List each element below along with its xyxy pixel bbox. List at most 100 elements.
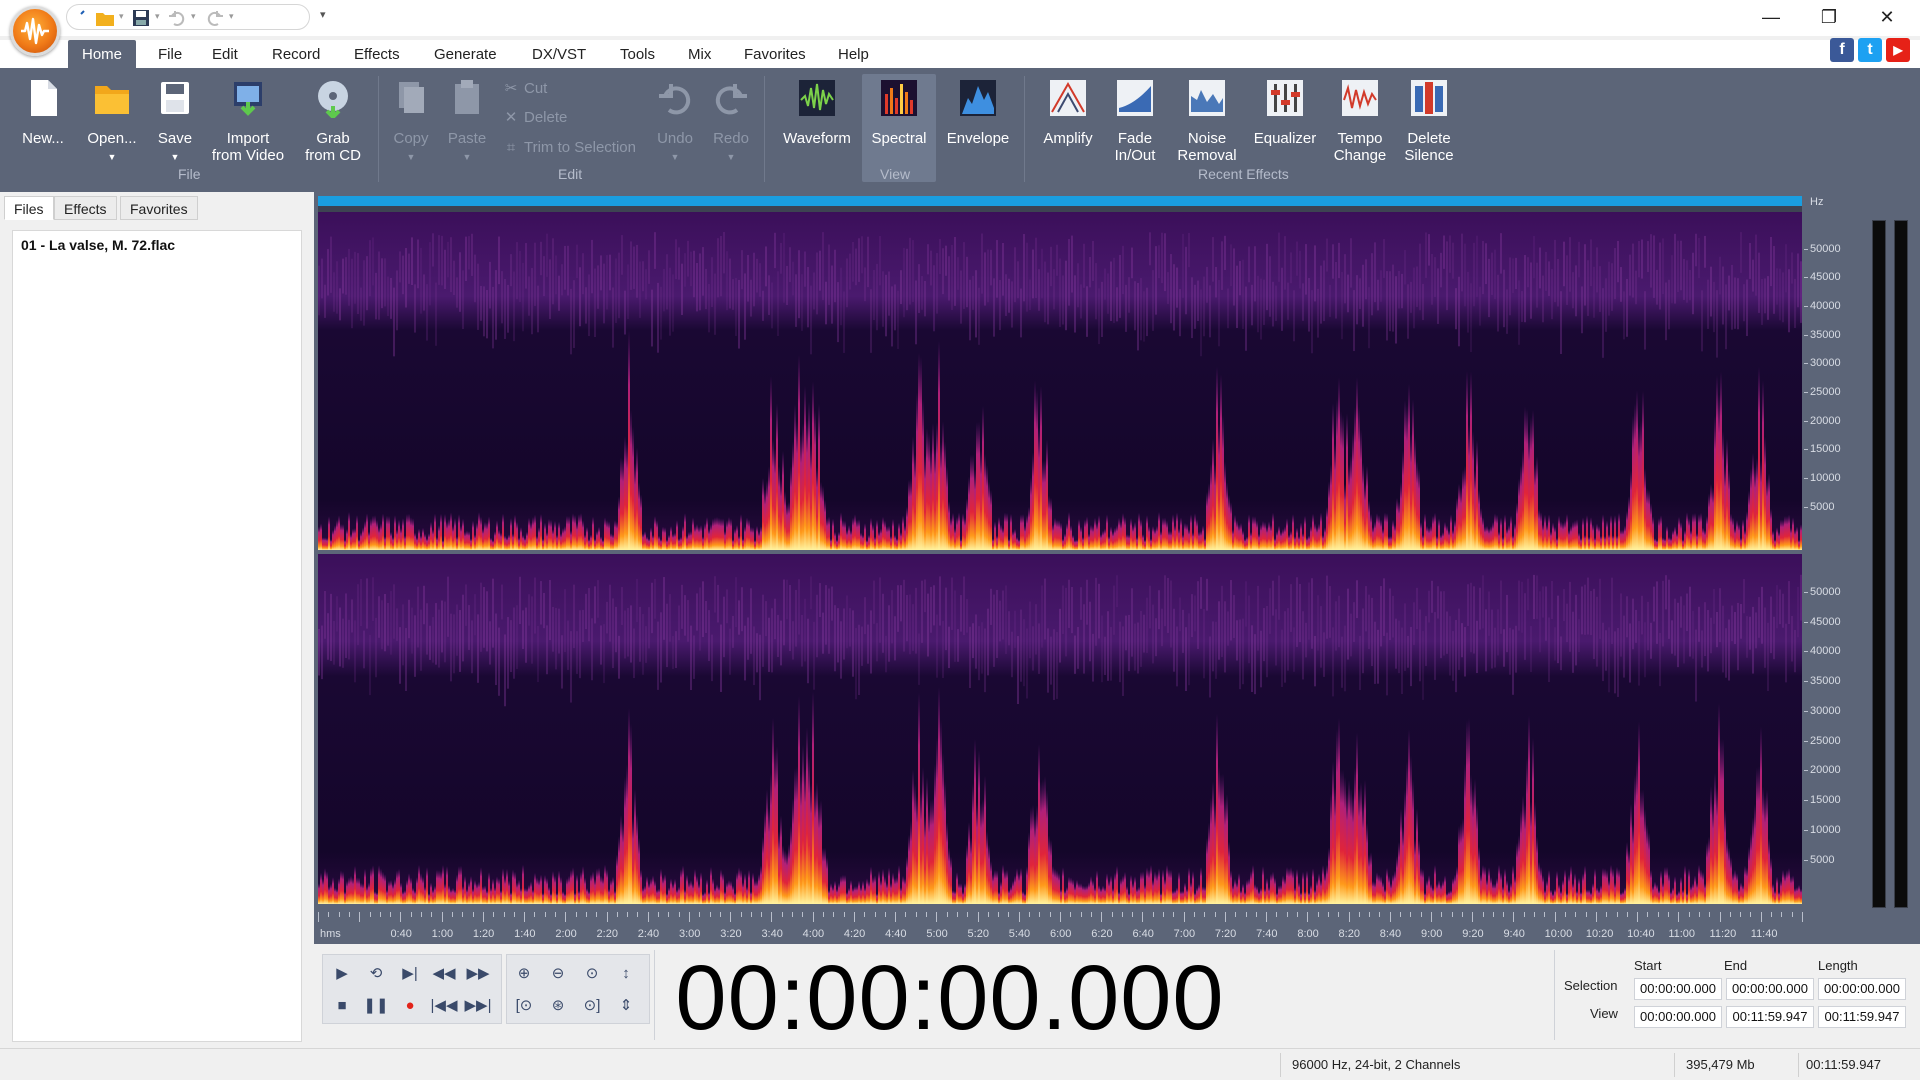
time-tick-mark [792,912,794,917]
zoom-in-button[interactable]: ⊕ [509,959,539,989]
menu-mix[interactable]: Mix [674,40,725,68]
app-logo-icon[interactable] [10,6,60,56]
tab-favorites[interactable]: Favorites [120,196,198,220]
redo-button[interactable]: Redo ▼ [706,74,756,182]
undo-dropdown-icon[interactable]: ▾ [191,11,196,22]
menu-bar: Home File Edit Record Effects Generate D… [0,40,1920,68]
envelope-label: Envelope [946,130,1010,147]
close-button[interactable]: ✕ [1858,0,1916,34]
twitter-icon[interactable]: t [1858,38,1882,62]
play-button[interactable]: ▶ [327,959,357,989]
play-to-end-button[interactable]: ▶| [395,959,425,989]
go-to-end-icon: ▶▶| [464,997,492,1014]
fade-in-out-button[interactable]: Fade In/Out [1106,74,1164,182]
time-tick-mark [750,912,752,917]
go-to-end-button[interactable]: ▶▶| [463,991,493,1021]
selection-length-field[interactable]: 00:00:00.000 [1818,978,1906,1000]
open-button[interactable]: Open... ▼ [80,74,144,182]
zoom-full-button[interactable]: ⊙ [577,959,607,989]
grab-from-cd-button[interactable]: Grab from CD [296,74,370,182]
amplify-button[interactable]: Amplify [1034,74,1102,182]
stop-button[interactable]: ■ [327,991,357,1021]
view-end-field[interactable]: 00:11:59.947 [1726,1006,1814,1028]
menu-generate[interactable]: Generate [420,40,511,68]
view-start-field[interactable]: 00:00:00.000 [1634,1006,1722,1028]
pause-icon: ❚❚ [363,997,389,1014]
undo-dropdown-icon[interactable]: ▼ [650,149,700,166]
redo-icon[interactable] [205,8,225,28]
redo-dropdown-icon[interactable]: ▾ [229,11,234,22]
trim-to-selection-button[interactable]: ⌗ Trim to Selection [502,137,636,159]
zoom-selection-button[interactable]: ⊛ [543,991,573,1021]
youtube-icon[interactable]: ▶ [1886,38,1910,62]
open-dropdown-icon[interactable]: ▾ [119,11,124,22]
zoom-out-button[interactable]: ⊖ [543,959,573,989]
time-tick-mark [946,912,948,917]
menu-record[interactable]: Record [258,40,334,68]
undo-button[interactable]: Undo ▼ [650,74,700,182]
spectrogram-right-channel[interactable] [318,554,1802,904]
playback-controls: ▶ ⟲ ▶| ◀◀ ▶▶ ■ ❚❚ ● |◀◀ ▶▶| [322,954,502,1024]
selection-start-field[interactable]: 00:00:00.000 [1634,978,1722,1000]
delete-silence-button[interactable]: Delete Silence [1398,74,1460,182]
menu-dxvst[interactable]: DX/VST [518,40,600,68]
time-tick-mark [1307,912,1309,922]
menu-effects[interactable]: Effects [340,40,414,68]
cut-button[interactable]: ✂ Cut [502,78,548,100]
envelope-icon [960,80,996,116]
save-dropdown-icon[interactable]: ▾ [155,11,160,22]
import-from-video-button[interactable]: Import from Video [206,74,290,182]
zoom-to-start-button[interactable]: [⊙ [509,991,539,1021]
hz-tick-mark [1804,392,1808,394]
record-button[interactable]: ● [395,991,425,1021]
new-button[interactable]: New... [12,74,74,182]
overview-bar[interactable] [318,196,1802,206]
menu-favorites[interactable]: Favorites [730,40,820,68]
save-dropdown-icon[interactable]: ▼ [150,149,200,166]
menu-edit[interactable]: Edit [198,40,252,68]
new-file-icon[interactable] [75,8,95,28]
undo-icon[interactable] [167,8,187,28]
delete-button[interactable]: ✕ Delete [502,107,568,129]
envelope-button[interactable]: Envelope [940,74,1016,182]
copy-dropdown-icon[interactable]: ▼ [386,149,436,166]
zoom-vertical-button[interactable]: ↕ [611,959,641,989]
selection-end-field[interactable]: 00:00:00.000 [1726,978,1814,1000]
customize-icon[interactable]: ▾ [320,8,326,21]
paste-dropdown-icon[interactable]: ▼ [442,149,492,166]
tab-effects[interactable]: Effects [54,196,117,220]
view-length-field[interactable]: 00:11:59.947 [1818,1006,1906,1028]
time-tick-label: 11:20 [1709,928,1737,940]
hz-tick-label: 35000 [1810,328,1841,341]
menu-file[interactable]: File [144,40,196,68]
restore-button[interactable]: ❐ [1800,0,1858,34]
menu-help[interactable]: Help [824,40,883,68]
time-tick-mark [1152,912,1154,917]
minimize-button[interactable]: — [1742,0,1800,34]
time-unit-label: hms [320,928,341,940]
spectrogram-left-channel[interactable] [318,212,1802,550]
copy-button[interactable]: Copy ▼ [386,74,436,182]
facebook-icon[interactable]: f [1830,38,1854,62]
time-tick-mark [1224,912,1226,922]
fast-forward-button[interactable]: ▶▶ [463,959,493,989]
open-dropdown-icon[interactable]: ▼ [80,149,144,166]
redo-dropdown-icon[interactable]: ▼ [706,149,756,166]
tab-files[interactable]: Files [4,196,54,220]
menu-tools[interactable]: Tools [606,40,669,68]
open-folder-icon[interactable] [95,8,115,28]
zoom-to-end-button[interactable]: ⊙] [577,991,607,1021]
go-to-start-button[interactable]: |◀◀ [429,991,459,1021]
zoom-vertical-out-button[interactable]: ⇕ [611,991,641,1021]
time-ruler[interactable]: hms 0:40 1:00 1:20 1:40 2:00 2:20 2:40 3:00 3:20… [318,912,1803,944]
paste-button[interactable]: Paste ▼ [442,74,492,182]
pause-button[interactable]: ❚❚ [361,991,391,1021]
waveform-button[interactable]: Waveform [774,74,860,182]
save-icon[interactable] [131,8,151,28]
menu-home[interactable]: Home [68,40,137,68]
file-list-item[interactable]: 01 - La valse, M. 72.flac [21,237,175,253]
status-bar: 96000 Hz, 24-bit, 2 Channels 395,479 Mb … [0,1048,1920,1080]
rewind-button[interactable]: ◀◀ [429,959,459,989]
loop-button[interactable]: ⟲ [361,959,391,989]
tempo-change-button[interactable]: Tempo Change [1326,74,1394,182]
